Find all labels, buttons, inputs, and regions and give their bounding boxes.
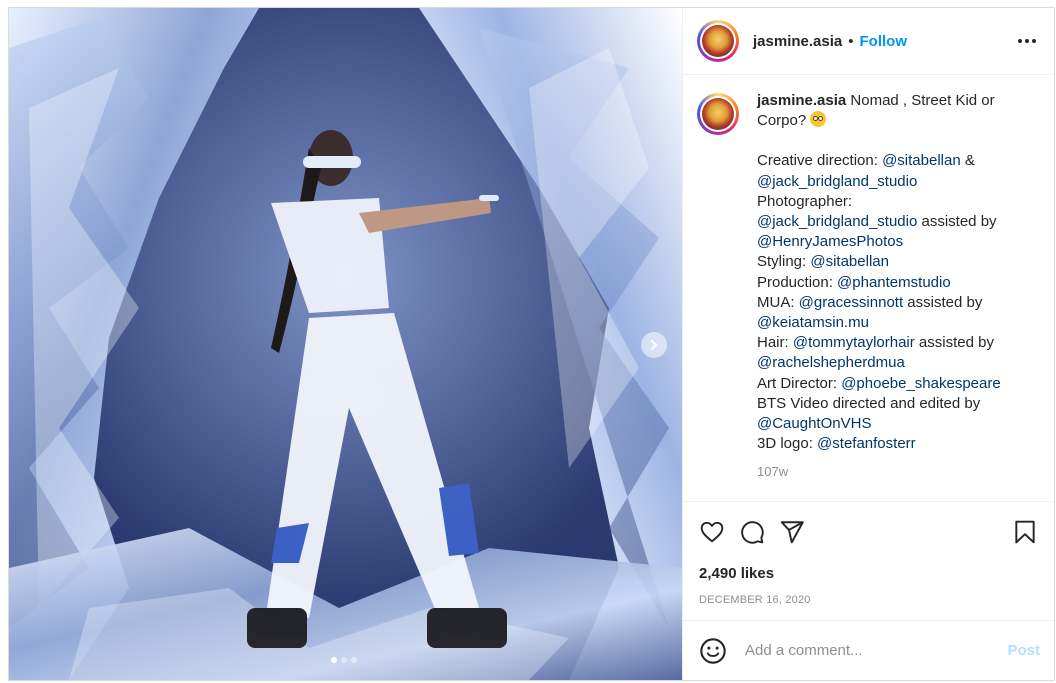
- credit-suffix: assisted by: [903, 293, 983, 311]
- credit-suffix: assisted by: [914, 334, 994, 352]
- mention-link[interactable]: @phantemstudio: [837, 274, 951, 291]
- avatar-image: [702, 25, 734, 57]
- mention-link[interactable]: @HenryJamesPhotos: [757, 233, 903, 250]
- credit-line: MUA: @gracessinnott assisted by: [757, 293, 1027, 313]
- share-button[interactable]: [779, 519, 805, 545]
- caption: jasmine.asia Nomad , Street Kid or Corpo…: [697, 91, 1040, 483]
- credit-line: 3D logo: @stefanfosterr: [757, 434, 1027, 454]
- comments-area: jasmine.asia Nomad , Street Kid or Corpo…: [683, 75, 1054, 502]
- credit-line: Styling: @sitabellan: [757, 252, 1027, 272]
- mention-link[interactable]: @tommytaylorhair: [793, 334, 915, 351]
- mention-link[interactable]: @jack_bridgland_studio: [757, 213, 917, 230]
- paper-plane-icon: [780, 521, 804, 544]
- post-age[interactable]: 107w: [757, 462, 1027, 482]
- separator-dot: •: [848, 32, 854, 50]
- more-options-button[interactable]: [1014, 35, 1040, 47]
- credit-role: Art Director:: [757, 374, 842, 392]
- credit-line: Photographer:: [757, 192, 1027, 212]
- action-bar: [683, 502, 1054, 562]
- mention-link[interactable]: @jack_bridgland_studio: [757, 173, 917, 190]
- follow-button[interactable]: Follow: [860, 33, 908, 50]
- credit-role: MUA:: [757, 293, 799, 311]
- mention-link[interactable]: @gracessinnott: [799, 294, 903, 311]
- emoji-picker-button[interactable]: [699, 637, 727, 665]
- caption-credits: Creative direction: @sitabellan & @jack_b…: [757, 151, 1027, 454]
- post-comment-button[interactable]: Post: [1007, 642, 1040, 659]
- mention-link[interactable]: @rachelshepherdmua: [757, 354, 905, 371]
- add-comment-bar: Post: [683, 620, 1054, 680]
- credit-role: Styling:: [757, 253, 811, 271]
- instagram-post: jasmine.asia • Follow jasmine.asia Nomad…: [8, 7, 1055, 681]
- credit-role: Photographer:: [757, 192, 853, 210]
- caption-avatar[interactable]: [697, 93, 739, 135]
- comment-input[interactable]: [743, 641, 1008, 660]
- credit-line: @CaughtOnVHS: [757, 414, 1027, 434]
- credit-role: 3D logo:: [757, 435, 818, 453]
- mention-link[interactable]: @sitabellan: [810, 253, 889, 270]
- post-header: jasmine.asia • Follow: [683, 8, 1054, 75]
- carousel-next-button[interactable]: [641, 332, 667, 358]
- credit-line: Production: @phantemstudio: [757, 273, 1027, 293]
- caption-username[interactable]: jasmine.asia: [757, 92, 846, 109]
- face-with-rolling-eyes-emoji-icon: [810, 111, 827, 128]
- credit-line: @rachelshepherdmua: [757, 353, 1027, 373]
- like-count[interactable]: 2,490 likes: [683, 562, 1054, 586]
- smiley-icon: [700, 637, 726, 664]
- comment-bubble-icon: [741, 521, 764, 544]
- credit-line: @HenryJamesPhotos: [757, 232, 1027, 252]
- post-sidebar: jasmine.asia • Follow jasmine.asia Nomad…: [682, 8, 1054, 680]
- credit-line: Hair: @tommytaylorhair assisted by: [757, 333, 1027, 353]
- post-photo[interactable]: [9, 8, 682, 680]
- credit-role: BTS Video directed and edited by: [757, 394, 981, 412]
- more-horizontal-icon: [1018, 39, 1022, 43]
- foil-backdrop-image: [9, 8, 682, 680]
- credit-suffix: &: [960, 152, 975, 170]
- save-button[interactable]: [1012, 519, 1038, 545]
- carousel-indicator: [331, 657, 357, 663]
- credit-line: @keiatamsin.mu: [757, 313, 1027, 333]
- credit-line: Art Director: @phoebe_shakespeare: [757, 374, 1027, 394]
- credit-role: Production:: [757, 273, 838, 291]
- author-avatar[interactable]: [697, 20, 739, 62]
- caption-text: jasmine.asia Nomad , Street Kid or Corpo…: [757, 91, 1027, 483]
- like-button[interactable]: [699, 519, 725, 545]
- mention-link[interactable]: @phoebe_shakespeare: [841, 375, 1001, 392]
- comment-button[interactable]: [739, 519, 765, 545]
- carousel-dot: [351, 657, 357, 663]
- bookmark-icon: [1015, 520, 1035, 544]
- carousel-dot-active: [331, 657, 337, 663]
- post-date[interactable]: DECEMBER 16, 2020: [683, 594, 1054, 620]
- credit-line: @jack_bridgland_studio assisted by: [757, 212, 1027, 232]
- carousel-dot: [341, 657, 347, 663]
- mention-link[interactable]: @stefanfosterr: [817, 435, 916, 452]
- credit-line: Creative direction: @sitabellan &: [757, 151, 1027, 171]
- avatar-image: [702, 98, 734, 130]
- mention-link[interactable]: @sitabellan: [882, 152, 961, 169]
- mention-link[interactable]: @keiatamsin.mu: [757, 314, 869, 331]
- credit-line: BTS Video directed and edited by: [757, 394, 1027, 414]
- credit-suffix: assisted by: [917, 213, 997, 231]
- credit-role: Creative direction:: [757, 152, 883, 170]
- credit-role: Hair:: [757, 334, 793, 352]
- chevron-right-icon: [651, 340, 658, 350]
- mention-link[interactable]: @CaughtOnVHS: [757, 415, 871, 432]
- credit-line: @jack_bridgland_studio: [757, 172, 1027, 192]
- heart-icon: [700, 521, 724, 543]
- author-username[interactable]: jasmine.asia: [753, 33, 842, 50]
